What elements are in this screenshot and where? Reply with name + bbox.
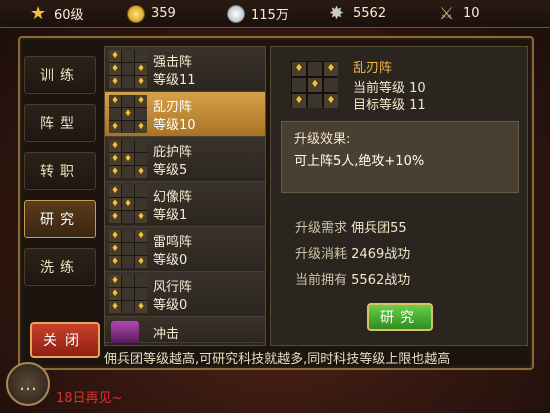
formation-grid-icon: ♦ ♦ ♦ ♦ ♦	[109, 230, 147, 268]
owned-label: 当前拥有	[295, 273, 348, 288]
formation-grid-icon: ♦ ♦ ♦ ♦ ♦	[109, 95, 147, 133]
formation-name: 风行阵	[153, 280, 193, 295]
gold-value: 359	[151, 6, 176, 21]
formation-item[interactable]: ♦ ♦ ♦ ♦ ♦ 庇护阵 等级5	[105, 137, 265, 182]
tab-research[interactable]: 研究	[24, 200, 96, 238]
merit-star-icon: ✸	[329, 2, 345, 24]
formation-item[interactable]: 冲击	[105, 317, 265, 343]
level-value: 60级	[54, 8, 84, 23]
tab-refine[interactable]: 洗练	[24, 248, 96, 286]
formation-detail-panel: ♦ ♦ ♦ ♦ ♦ 乱刃阵 当前等级 10 目标等级 11 升级效果: 可上阵5人,…	[270, 46, 528, 346]
effect-text: 可上阵5人,绝攻+10%	[294, 154, 425, 169]
formation-level: 等级1	[153, 208, 188, 223]
requirement-value: 佣兵团55	[351, 221, 407, 236]
detail-target-level: 目标等级 11	[353, 98, 426, 113]
gold-display: 359	[103, 0, 195, 28]
formation-name: 强击阵	[153, 55, 193, 70]
chat-bubble-icon: …	[19, 373, 37, 395]
formation-grid-icon: ♦ ♦ ♦ ♦	[109, 275, 147, 313]
level-display: ★ 60级	[0, 0, 103, 28]
formation-name: 乱刃阵	[153, 100, 193, 115]
merit-value: 5562	[353, 6, 387, 21]
tab-label: 洗练	[40, 260, 80, 276]
upgrade-cost: 升级消耗 2469战功	[295, 243, 410, 262]
tab-formation[interactable]: 阵型	[24, 104, 96, 142]
cost-label: 升级消耗	[295, 247, 348, 262]
side-tabs: 训练 阵型 转职 研究 洗练	[24, 56, 100, 296]
tab-label: 阵型	[40, 116, 80, 132]
gold-coin-icon	[127, 4, 145, 23]
formation-item[interactable]: ♦ ♦ ♦ ♦ ♦ 强击阵 等级11	[105, 47, 265, 92]
cost-value: 2469战功	[351, 247, 411, 262]
level-star-icon: ★	[30, 2, 47, 24]
chat-message: 18日再见~	[56, 391, 123, 406]
formation-item[interactable]: ♦ ♦ ♦ ♦ ♦ 雷鸣阵 等级0	[105, 227, 265, 272]
formation-level: 等级0	[153, 298, 188, 313]
upgrade-requirement: 升级需求 佣兵团55	[295, 217, 407, 236]
formation-grid-icon: ♦ ♦ ♦ ♦ ♦	[109, 185, 147, 223]
formation-level: 等级11	[153, 73, 196, 88]
formation-level: 等级5	[153, 163, 188, 178]
formation-level: 等级10	[153, 118, 196, 133]
resource-bar: ★ 60级 359 115万 ✸ 5562 ⚔ 10	[0, 0, 550, 28]
current-owned: 当前拥有 5562战功	[295, 269, 410, 288]
detail-formation-name: 乱刃阵	[353, 61, 393, 76]
close-label: 关闭	[43, 333, 87, 349]
requirement-label: 升级需求	[295, 221, 348, 236]
detail-formation-grid-icon: ♦ ♦ ♦ ♦ ♦	[291, 61, 338, 108]
formation-item-selected[interactable]: ♦ ♦ ♦ ♦ ♦ 乱刃阵 等级10	[105, 92, 265, 137]
formation-item[interactable]: ♦ ♦ ♦ ♦ ♦ 幻像阵 等级1	[105, 182, 265, 227]
formation-grid-icon: ♦ ♦ ♦ ♦ ♦	[109, 140, 147, 178]
formation-name: 幻像阵	[153, 190, 193, 205]
silver-coin-icon	[227, 4, 245, 23]
formation-pink-icon	[111, 321, 139, 343]
formation-name: 雷鸣阵	[153, 235, 193, 250]
tab-label: 训练	[40, 68, 80, 84]
research-button[interactable]: 研究	[367, 303, 433, 331]
formation-grid-icon: ♦ ♦ ♦ ♦ ♦	[109, 50, 147, 88]
formation-name: 庇护阵	[153, 145, 193, 160]
stamina-value: 10	[463, 6, 480, 21]
formation-name: 冲击	[153, 327, 180, 342]
formation-list[interactable]: ♦ ♦ ♦ ♦ ♦ 强击阵 等级11 ♦ ♦ ♦ ♦ ♦ 乱刃阵 等级10 ♦ ♦ ♦ ♦…	[104, 46, 266, 346]
formation-item[interactable]: ♦ ♦ ♦ ♦ 风行阵 等级0	[105, 272, 265, 317]
upgrade-effect-box: 升级效果: 可上阵5人,绝攻+10%	[281, 121, 519, 193]
hint-text: 佣兵团等级越高,可研究科技就越多,同时科技等级上限也越高	[104, 352, 451, 367]
chat-button[interactable]: …	[6, 362, 50, 406]
tab-label: 研究	[40, 212, 80, 228]
crossed-swords-icon: ⚔	[439, 3, 455, 24]
tab-label: 转职	[40, 164, 80, 180]
merit-display: ✸ 5562	[299, 0, 409, 28]
silver-value: 115万	[251, 8, 289, 23]
research-window: 训练 阵型 转职 研究 洗练 关闭 ♦ ♦ ♦ ♦ ♦ 强击阵 等级11 ♦ ♦ ♦ …	[18, 36, 534, 370]
owned-value: 5562战功	[351, 273, 411, 288]
formation-level: 等级0	[153, 253, 188, 268]
effect-title: 升级效果:	[294, 132, 351, 147]
tab-training[interactable]: 训练	[24, 56, 96, 94]
silver-display: 115万	[195, 0, 299, 28]
tab-job-change[interactable]: 转职	[24, 152, 96, 190]
close-button[interactable]: 关闭	[30, 322, 100, 358]
stamina-display: ⚔ 10	[409, 0, 489, 28]
research-label: 研究	[380, 310, 420, 326]
